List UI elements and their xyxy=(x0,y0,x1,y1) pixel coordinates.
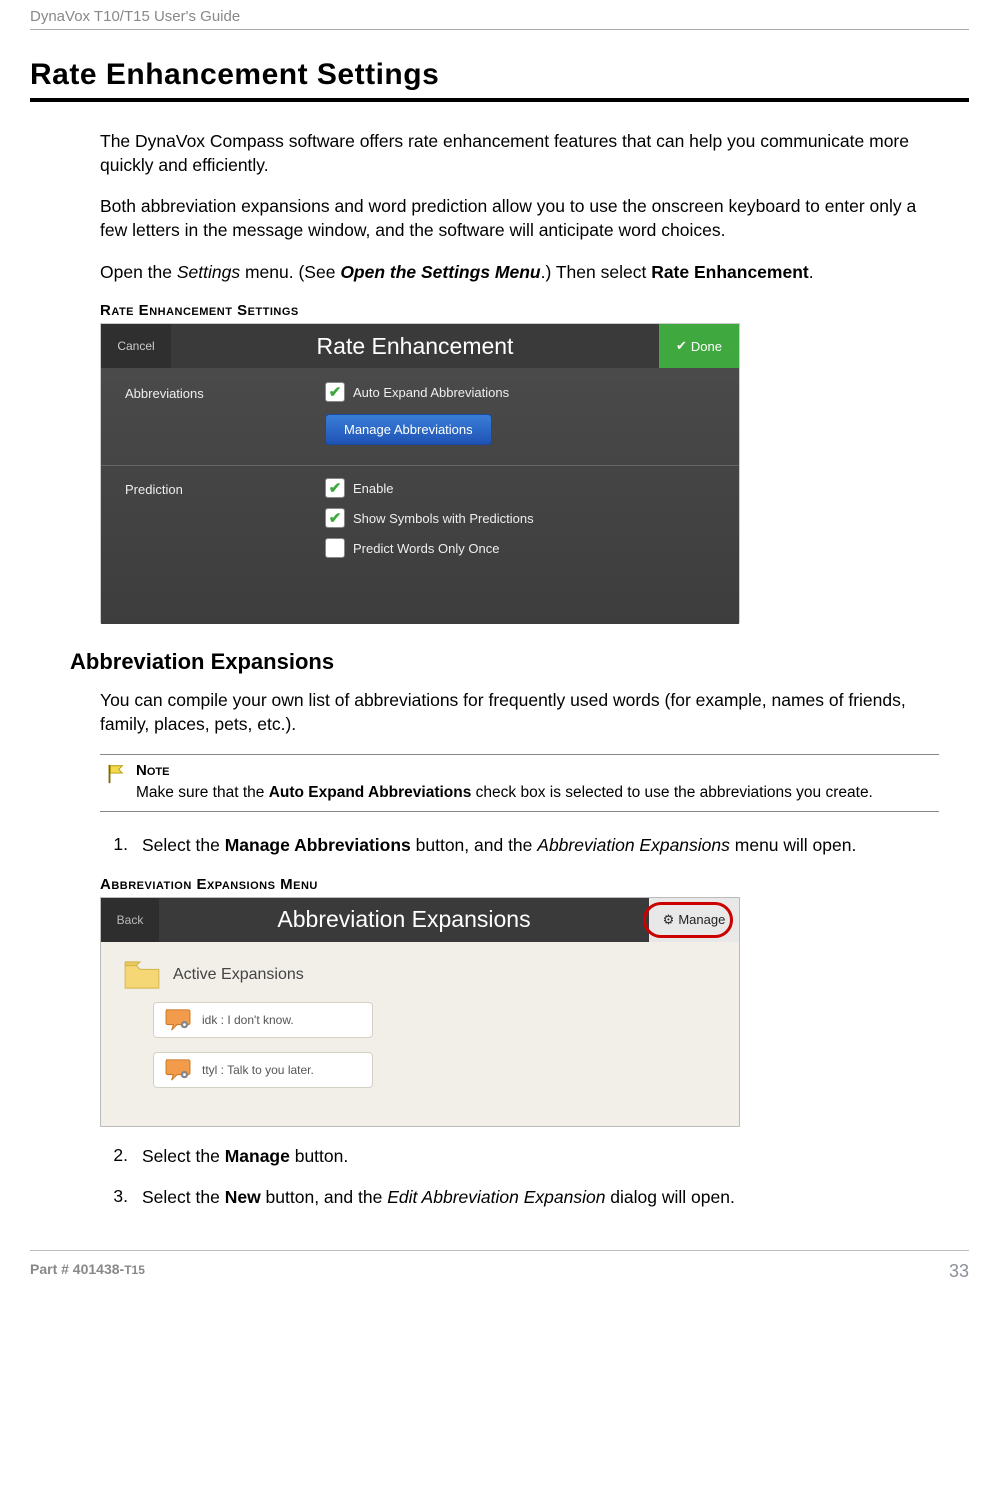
step-3: 3. Select the New button, and the Edit A… xyxy=(100,1186,939,1210)
chapter-title: Rate Enhancement Settings xyxy=(30,58,969,92)
figure-caption-1: Rate Enhancement Settings xyxy=(100,302,939,319)
dialog-header: Cancel Rate Enhancement ✔Done xyxy=(101,324,739,368)
enable-checkbox-row[interactable]: ✔ Enable xyxy=(325,478,715,498)
checkbox-unchecked-icon: ✔ xyxy=(325,538,345,558)
divider xyxy=(101,465,739,466)
abbrev-intro: You can compile your own list of abbrevi… xyxy=(100,689,939,736)
figure-caption-2: Abbreviation Expansions Menu xyxy=(100,876,939,893)
page-header: DynaVox T10/T15 User's Guide xyxy=(30,0,969,30)
expansion-item[interactable]: idk : I don't know. xyxy=(153,1002,373,1038)
speech-bubble-icon xyxy=(164,1058,192,1082)
done-button[interactable]: ✔Done xyxy=(659,324,739,368)
part-number: Part # 401438-T15 xyxy=(30,1261,145,1282)
auto-expand-checkbox-row[interactable]: ✔ Auto Expand Abbreviations xyxy=(325,382,715,402)
dialog-title: Abbreviation Expansions xyxy=(159,898,649,942)
intro-para-1: The DynaVox Compass software offers rate… xyxy=(100,130,939,177)
section-heading: Abbreviation Expansions xyxy=(70,649,939,675)
title-rule xyxy=(30,98,969,102)
guide-title: DynaVox T10/T15 User's Guide xyxy=(30,8,240,25)
page-footer: Part # 401438-T15 33 xyxy=(30,1250,969,1302)
dialog-header: Back Abbreviation Expansions ⚙Manage xyxy=(101,898,739,942)
checkbox-checked-icon: ✔ xyxy=(325,478,345,498)
manage-button[interactable]: ⚙Manage xyxy=(649,898,739,942)
manage-abbreviations-button[interactable]: Manage Abbreviations xyxy=(325,414,492,445)
show-symbols-checkbox-row[interactable]: ✔ Show Symbols with Predictions xyxy=(325,508,715,528)
dialog-title: Rate Enhancement xyxy=(171,324,659,368)
prediction-label: Prediction xyxy=(125,478,325,568)
screenshot-rate-enhancement: Cancel Rate Enhancement ✔Done Abbreviati… xyxy=(100,323,740,623)
abbreviations-label: Abbreviations xyxy=(125,382,325,457)
step-1: 1. Select the Manage Abbreviations butto… xyxy=(100,834,939,858)
page-number: 33 xyxy=(949,1261,969,1282)
check-icon: ✔ xyxy=(676,338,687,354)
gear-icon: ⚙ xyxy=(663,912,675,928)
active-expansions-section: Active Expansions xyxy=(119,954,721,1002)
predict-once-checkbox-row[interactable]: ✔ Predict Words Only Once xyxy=(325,538,715,558)
checkbox-checked-icon: ✔ xyxy=(325,508,345,528)
flag-icon xyxy=(104,763,126,785)
speech-bubble-icon xyxy=(164,1008,192,1032)
step-2: 2. Select the Manage button. xyxy=(100,1145,939,1169)
section-label: Active Expansions xyxy=(173,966,304,984)
note-text: Note Make sure that the Auto Expand Abbr… xyxy=(136,761,873,803)
folder-icon xyxy=(123,960,161,990)
intro-para-3: Open the Settings menu. (See Open the Se… xyxy=(100,261,939,285)
note-block: Note Make sure that the Auto Expand Abbr… xyxy=(100,754,939,812)
expansion-item[interactable]: ttyl : Talk to you later. xyxy=(153,1052,373,1088)
intro-para-2: Both abbreviation expansions and word pr… xyxy=(100,195,939,242)
checkbox-checked-icon: ✔ xyxy=(325,382,345,402)
cancel-button[interactable]: Cancel xyxy=(101,324,171,368)
screenshot-abbreviation-expansions: Back Abbreviation Expansions ⚙Manage Act… xyxy=(100,897,740,1127)
back-button[interactable]: Back xyxy=(101,898,159,942)
